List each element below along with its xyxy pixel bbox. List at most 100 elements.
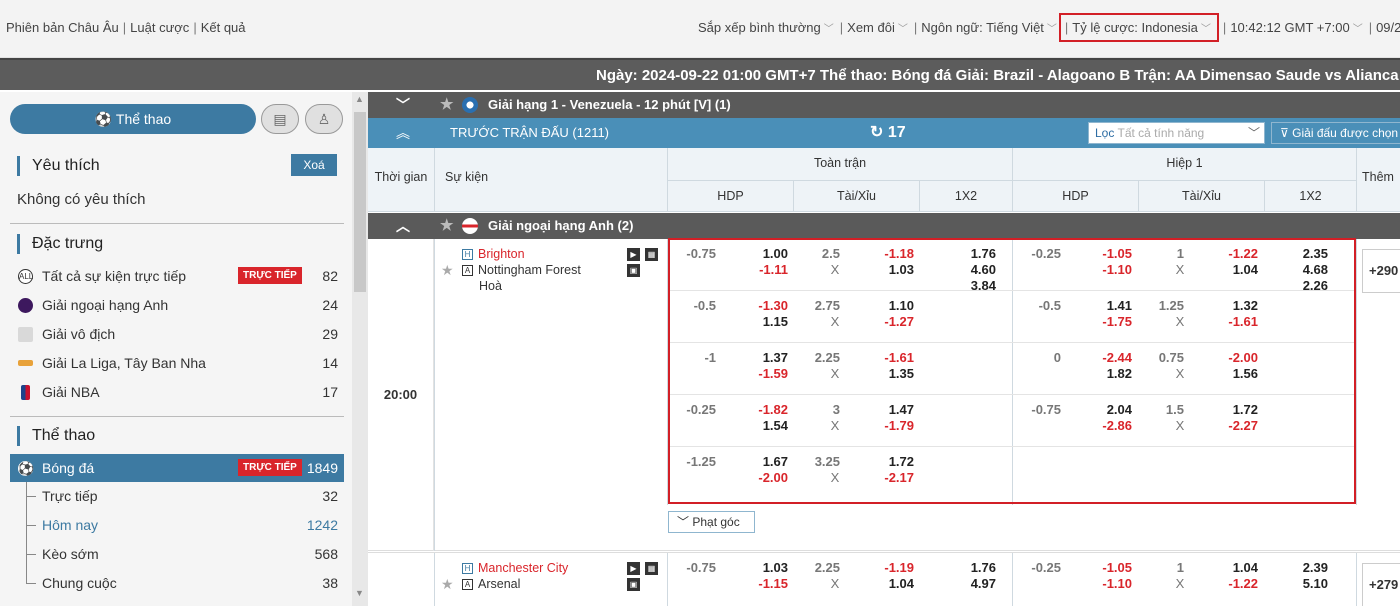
chevron-up-icon[interactable]: ︿ <box>396 213 410 239</box>
stats-icon[interactable]: ▦ <box>645 248 658 261</box>
odds-half-hdp-away[interactable]: -1.10 <box>1082 576 1132 591</box>
more-bets-count: +279 <box>1369 577 1399 592</box>
sort-label: Sắp xếp bình thường <box>698 20 821 35</box>
odds-hdp-away[interactable]: -1.15 <box>738 576 788 591</box>
odds-half-1x2-away[interactable]: 5.10 <box>1278 576 1328 591</box>
divider <box>1356 148 1357 212</box>
divider <box>434 239 435 551</box>
match-time: 20:00 <box>368 239 434 551</box>
la-liga-icon <box>18 360 33 366</box>
sidebar-scrollbar[interactable]: ▲ ▼ <box>352 92 368 606</box>
chevron-down-icon: ﹀ <box>1352 24 1363 35</box>
live-badge: TRỰC TIẾP <box>238 267 302 284</box>
star-icon[interactable]: ★ <box>440 213 453 239</box>
odds-ou-line: 2.25 <box>814 560 840 575</box>
featured-item-champions[interactable]: Giải vô địch 29 <box>10 320 344 348</box>
featured-item-premier-league[interactable]: Giải ngoại hạng Anh 24 <box>10 291 344 319</box>
trophy-icon <box>18 327 33 342</box>
live-stream-icon[interactable]: ▶ <box>627 562 640 575</box>
sport-item-football[interactable]: ⚽ Bóng đá TRỰC TIẾP 1849 <box>10 454 344 482</box>
odds-type-dropdown[interactable]: | Tỷ lệ cược: Indonesia ﹀ <box>1058 13 1219 42</box>
stats-icon[interactable]: ▦ <box>645 562 658 575</box>
sub-item-count: 1242 <box>306 517 338 533</box>
european-version-link[interactable]: Phiên bản Châu Âu <box>6 20 119 35</box>
odds-table-header: Thời gian Sự kiện Toàn trận Hiệp 1 HDP T… <box>368 148 1400 212</box>
results-link[interactable]: Kết quả <box>201 20 246 35</box>
star-icon[interactable]: ★ <box>440 92 453 118</box>
corner-kicks-button[interactable]: ﹀ Phạt góc <box>668 511 755 533</box>
scoreboard-icon[interactable]: ▣ <box>627 264 640 277</box>
sub-item-today[interactable]: Hôm nay 1242 <box>26 511 344 539</box>
odds-1x2-home[interactable]: 1.76 <box>946 560 996 575</box>
chevron-down-icon: ﹀ <box>897 24 908 35</box>
sort-dropdown[interactable]: Sắp xếp bình thường ﹀ <box>698 20 836 35</box>
header-over-under: Tài/Xỉu <box>837 189 876 203</box>
away-team[interactable]: A Nottingham Forest <box>462 263 581 277</box>
refresh-count: 17 <box>887 124 906 141</box>
odds-half-under[interactable]: -1.22 <box>1208 576 1258 591</box>
favorites-title: Yêu thích <box>17 156 100 176</box>
odds-half-1x2-home[interactable]: 2.39 <box>1278 560 1328 575</box>
sub-item-early[interactable]: Kèo sớm 568 <box>26 540 344 568</box>
away-team[interactable]: A Arsenal <box>462 577 520 591</box>
language-dropdown[interactable]: Ngôn ngữ: Tiếng Việt ﹀ <box>921 20 1059 35</box>
england-flag-icon <box>462 218 478 234</box>
clipboard-icon: ▤ <box>273 111 287 127</box>
sports-button[interactable]: ⚽ Thể thao <box>10 104 256 134</box>
odds-highlight-box <box>668 238 1356 504</box>
chevron-up-icon[interactable]: ︽ <box>396 118 410 148</box>
view-dropdown[interactable]: Xem đôi ﹀ <box>847 20 910 35</box>
odds-under[interactable]: 1.04 <box>864 576 914 591</box>
refresh-button[interactable]: ↻ 17 <box>870 118 906 148</box>
away-team-name: Nottingham Forest <box>478 263 581 277</box>
league-row-premier-league[interactable]: ︿ ★ Giải ngoại hạng Anh (2) <box>368 213 1400 239</box>
chevron-down-icon[interactable]: ﹀ <box>396 92 410 118</box>
selected-leagues-button[interactable]: ⊽ Giải đấu được chọn <box>1271 122 1400 144</box>
league-flag-icon <box>462 97 478 113</box>
featured-item-nba[interactable]: Giải NBA 17 <box>10 378 344 406</box>
odds-1x2-away[interactable]: 4.97 <box>946 576 996 591</box>
home-team[interactable]: H Manchester City <box>462 561 568 575</box>
header-hdp: HDP <box>1062 189 1089 203</box>
scroll-up-icon[interactable]: ▲ <box>355 94 364 104</box>
header-time: Thời gian <box>374 170 428 184</box>
filter-label: Lọc <box>1095 126 1115 140</box>
clear-favorites-button[interactable]: Xoá <box>291 154 337 176</box>
featured-item-label: Tất cả sự kiện trực tiếp <box>42 268 187 284</box>
featured-item-count: 14 <box>322 355 338 371</box>
scoreboard-icon[interactable]: ▣ <box>627 578 640 591</box>
featured-item-all-live[interactable]: ALL Tất cả sự kiện trực tiếp TRỰC TIẾP 8… <box>10 262 344 290</box>
star-icon[interactable]: ★ <box>441 262 454 279</box>
odds-half-hdp-home[interactable]: -1.05 <box>1082 560 1132 575</box>
prematch-bar: ︽ TRƯỚC TRẬN ĐẤU (1211) ↻ 17 Lọc Tất cả … <box>368 118 1400 148</box>
account-button[interactable]: ♙ <box>305 104 343 134</box>
more-bets-button[interactable]: +279 <box>1362 563 1400 606</box>
header-full-time: Toàn trận <box>813 156 867 170</box>
odds-hdp-line: -0.75 <box>686 560 716 575</box>
star-icon[interactable]: ★ <box>441 576 454 593</box>
premier-league-icon <box>18 298 33 313</box>
more-bets-button[interactable]: +290 <box>1362 249 1400 293</box>
scrollbar-thumb[interactable] <box>354 112 366 292</box>
featured-item-label: Giải NBA <box>42 384 100 400</box>
chevron-down-icon: ﹀ <box>1200 24 1211 35</box>
away-badge-icon: A <box>462 265 473 276</box>
odds-half-over[interactable]: 1.04 <box>1208 560 1258 575</box>
bet-slip-button[interactable]: ▤ <box>261 104 299 134</box>
sidebar: ⚽ Thể thao ▤ ♙ Yêu thích Xoá Không có yê… <box>0 92 352 606</box>
odds-type-label: Tỷ lệ cược: Indonesia <box>1072 20 1198 35</box>
sports-title: Thể thao <box>17 426 95 446</box>
scroll-down-icon[interactable]: ▼ <box>355 588 364 598</box>
live-stream-icon[interactable]: ▶ <box>627 248 640 261</box>
featured-item-la-liga[interactable]: Giải La Liga, Tây Ban Nha 14 <box>10 349 344 377</box>
sub-item-outright[interactable]: Chung cuộc 38 <box>26 569 344 597</box>
odds-hdp-home[interactable]: 1.03 <box>738 560 788 575</box>
odds-over[interactable]: -1.19 <box>864 560 914 575</box>
filter-dropdown[interactable]: Lọc Tất cả tính năng ﹀ <box>1088 122 1265 144</box>
sub-item-live[interactable]: Trực tiếp 32 <box>26 482 344 510</box>
clock-dropdown[interactable]: 10:42:12 GMT +7:00 ﹀ <box>1230 20 1364 35</box>
betting-rules-link[interactable]: Luật cược <box>130 20 189 35</box>
home-team[interactable]: H Brighton <box>462 247 525 261</box>
chevron-down-icon: ﹀ <box>677 515 690 529</box>
league-row-venezuela[interactable]: ﹀ ★ Giải hạng 1 - Venezuela - 12 phút [V… <box>368 92 1400 118</box>
